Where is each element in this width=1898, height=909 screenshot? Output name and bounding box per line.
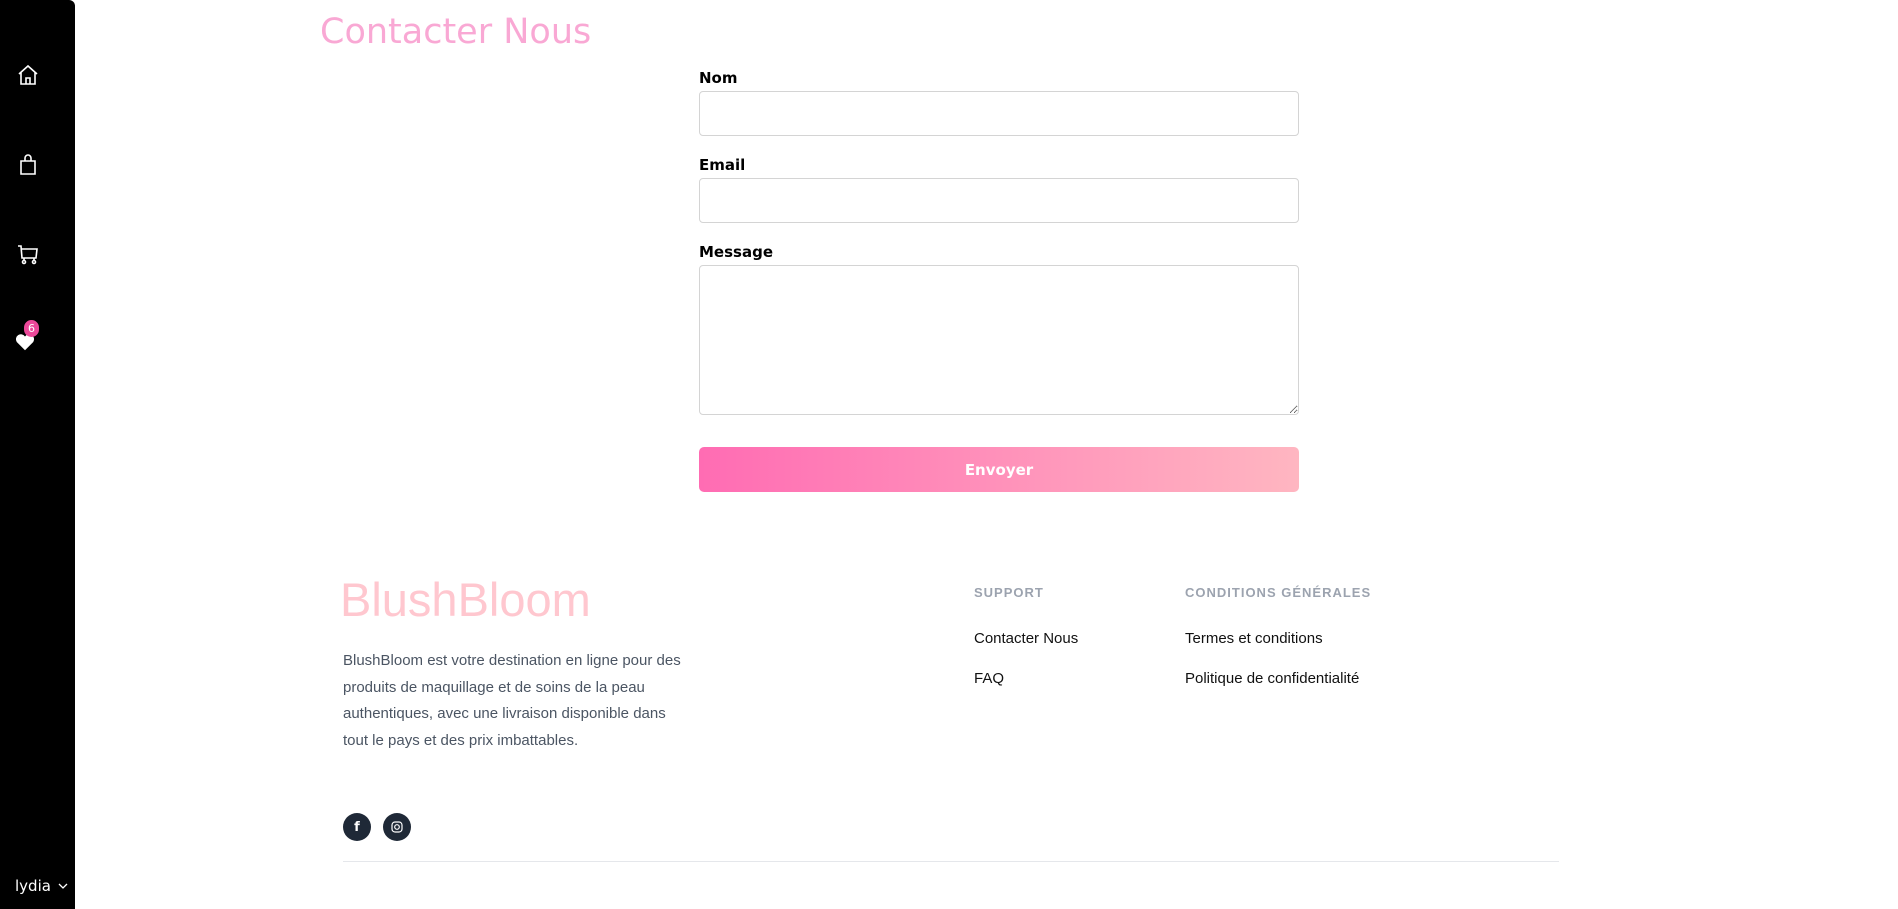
support-heading: SUPPORT	[974, 585, 1044, 600]
conditions-heading: CONDITIONS GÉNÉRALES	[1185, 585, 1372, 600]
footer-link-privacy[interactable]: Politique de confidentialité	[1185, 670, 1359, 687]
home-icon[interactable]	[14, 61, 42, 89]
facebook-icon[interactable]: f	[343, 813, 371, 841]
shopping-bag-icon[interactable]	[14, 151, 42, 179]
message-label: Message	[699, 243, 773, 261]
email-input[interactable]	[699, 178, 1299, 223]
cart-icon[interactable]	[14, 240, 42, 268]
wishlist-count-badge: 6	[24, 320, 39, 337]
sidebar: 6 lydia	[0, 0, 75, 909]
submit-button[interactable]: Envoyer	[699, 447, 1299, 492]
user-menu[interactable]: lydia	[15, 877, 69, 895]
message-textarea[interactable]	[699, 265, 1299, 415]
footer-link-contact[interactable]: Contacter Nous	[974, 630, 1078, 647]
footer-link-terms[interactable]: Termes et conditions	[1185, 630, 1323, 647]
email-label: Email	[699, 156, 746, 174]
contact-form: Nom Email Message Envoyer	[699, 69, 1299, 492]
name-label: Nom	[699, 69, 738, 87]
footer-divider	[343, 861, 1559, 862]
page-title: Contacter Nous	[320, 12, 592, 52]
chevron-down-icon	[58, 883, 68, 889]
instagram-icon[interactable]	[383, 813, 411, 841]
footer-link-faq[interactable]: FAQ	[974, 670, 1004, 687]
footer-brand-logo: BlushBloom	[340, 573, 591, 626]
footer-description: BlushBloom est votre destination en lign…	[343, 652, 681, 749]
name-input[interactable]	[699, 91, 1299, 136]
user-name: lydia	[15, 877, 51, 895]
